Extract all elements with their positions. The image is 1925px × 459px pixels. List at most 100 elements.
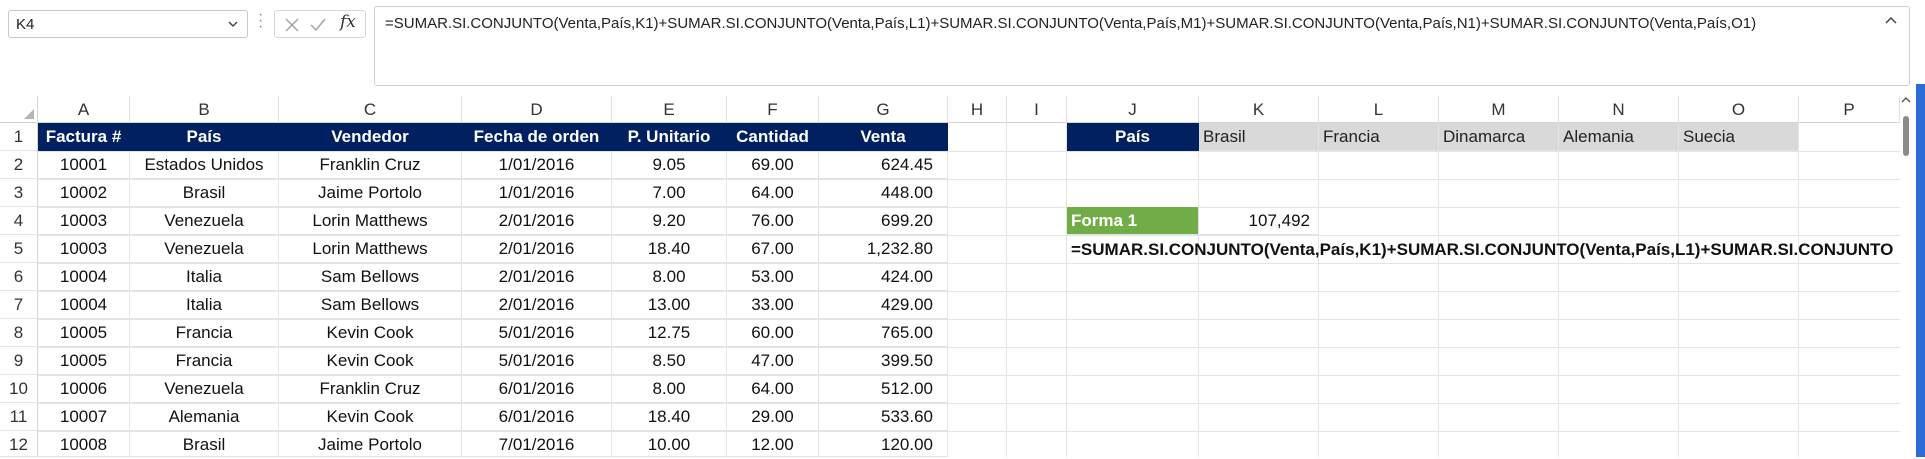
- chevron-down-icon[interactable]: [225, 16, 241, 32]
- cell-vendedor[interactable]: Sam Bellows: [279, 263, 462, 291]
- vertical-scroll-thumb[interactable]: [1900, 110, 1912, 160]
- cell-fecha[interactable]: 7/01/2016: [462, 431, 612, 457]
- cell-pais[interactable]: Italia: [130, 263, 279, 291]
- row-header[interactable]: 9: [0, 347, 38, 375]
- column-header-p[interactable]: P: [1799, 96, 1900, 123]
- header-cell-pais[interactable]: País: [130, 123, 279, 151]
- cell-fecha[interactable]: 6/01/2016: [462, 403, 612, 431]
- cell-pais[interactable]: Brasil: [130, 179, 279, 207]
- formula-input[interactable]: =SUMAR.SI.CONJUNTO(Venta,País,K1)+SUMAR.…: [374, 6, 1910, 86]
- criteria-country[interactable]: Brasil: [1199, 123, 1319, 151]
- column-header-c[interactable]: C: [279, 96, 462, 123]
- cell-unitario[interactable]: 10.00: [612, 431, 727, 457]
- cancel-icon[interactable]: [281, 15, 303, 35]
- cell-unitario[interactable]: 12.75: [612, 319, 727, 347]
- cell-venta[interactable]: 624.45: [819, 151, 948, 179]
- cell-unitario[interactable]: 8.50: [612, 347, 727, 375]
- column-header-k[interactable]: K: [1199, 96, 1319, 123]
- cell-pais[interactable]: Francia: [130, 319, 279, 347]
- result-label-cell[interactable]: Forma 1: [1067, 207, 1199, 235]
- cell-cantidad[interactable]: 64.00: [727, 179, 819, 207]
- row-header[interactable]: 4: [0, 207, 38, 235]
- scroll-up-icon[interactable]: [1900, 94, 1912, 106]
- cell-factura[interactable]: 10006: [38, 375, 130, 403]
- cell-pais[interactable]: Brasil: [130, 431, 279, 457]
- header-cell-cantidad[interactable]: Cantidad: [727, 123, 819, 151]
- row-header[interactable]: 7: [0, 291, 38, 319]
- header-cell-vendedor[interactable]: Vendedor: [279, 123, 462, 151]
- cell-vendedor[interactable]: Lorin Matthews: [279, 207, 462, 235]
- column-header-h[interactable]: H: [948, 96, 1007, 123]
- cell-fecha[interactable]: 2/01/2016: [462, 235, 612, 263]
- cell-factura[interactable]: 10001: [38, 151, 130, 179]
- cell-fecha[interactable]: 5/01/2016: [462, 347, 612, 375]
- cell-cantidad[interactable]: 76.00: [727, 207, 819, 235]
- cell-vendedor[interactable]: Lorin Matthews: [279, 235, 462, 263]
- cell-venta[interactable]: 533.60: [819, 403, 948, 431]
- cell-vendedor[interactable]: Jaime Portolo: [279, 431, 462, 457]
- column-header-d[interactable]: D: [462, 96, 612, 123]
- cell-venta[interactable]: 429.00: [819, 291, 948, 319]
- cell-cantidad[interactable]: 33.00: [727, 291, 819, 319]
- cell-cantidad[interactable]: 29.00: [727, 403, 819, 431]
- cell-factura[interactable]: 10002: [38, 179, 130, 207]
- cell-pais[interactable]: Venezuela: [130, 235, 279, 263]
- column-header-b[interactable]: B: [130, 96, 279, 123]
- cell-pais[interactable]: Alemania: [130, 403, 279, 431]
- criteria-country[interactable]: Suecia: [1679, 123, 1799, 151]
- cell-vendedor[interactable]: Franklin Cruz: [279, 375, 462, 403]
- row-header[interactable]: 2: [0, 151, 38, 179]
- cell-unitario[interactable]: 18.40: [612, 403, 727, 431]
- vertical-scrollbar-edge[interactable]: [1916, 84, 1925, 457]
- cell-venta[interactable]: 399.50: [819, 347, 948, 375]
- cell-pais[interactable]: Venezuela: [130, 207, 279, 235]
- cell-pais[interactable]: Italia: [130, 291, 279, 319]
- cell-cantidad[interactable]: 47.00: [727, 347, 819, 375]
- more-options-icon[interactable]: · · ·: [258, 7, 266, 35]
- column-header-j[interactable]: J: [1067, 96, 1199, 123]
- cell-unitario[interactable]: 8.00: [612, 263, 727, 291]
- column-header-g[interactable]: G: [819, 96, 948, 123]
- cell-vendedor[interactable]: Jaime Portolo: [279, 179, 462, 207]
- cell-cantidad[interactable]: 67.00: [727, 235, 819, 263]
- row-header[interactable]: 10: [0, 375, 38, 403]
- cell-venta[interactable]: 699.20: [819, 207, 948, 235]
- cell-pais[interactable]: Venezuela: [130, 375, 279, 403]
- cell-vendedor[interactable]: Kevin Cook: [279, 347, 462, 375]
- cell-pais[interactable]: Francia: [130, 347, 279, 375]
- column-header-n[interactable]: N: [1559, 96, 1679, 123]
- cell-venta[interactable]: 120.00: [819, 431, 948, 457]
- cell-vendedor[interactable]: Sam Bellows: [279, 291, 462, 319]
- cell-unitario[interactable]: 9.05: [612, 151, 727, 179]
- criteria-header-pais[interactable]: País: [1067, 123, 1199, 151]
- cell-cantidad[interactable]: 69.00: [727, 151, 819, 179]
- cell-venta[interactable]: 448.00: [819, 179, 948, 207]
- cell-unitario[interactable]: 9.20: [612, 207, 727, 235]
- cell-unitario[interactable]: 13.00: [612, 291, 727, 319]
- cell-fecha[interactable]: 1/01/2016: [462, 151, 612, 179]
- column-header-f[interactable]: F: [727, 96, 819, 123]
- cell-unitario[interactable]: 18.40: [612, 235, 727, 263]
- cell-factura[interactable]: 10005: [38, 319, 130, 347]
- result-value-cell[interactable]: 107,492: [1199, 207, 1319, 235]
- column-header-m[interactable]: M: [1439, 96, 1559, 123]
- row-header[interactable]: 6: [0, 263, 38, 291]
- row-header[interactable]: 11: [0, 403, 38, 431]
- insert-function-button[interactable]: fx: [340, 12, 356, 32]
- cell-cantidad[interactable]: 53.00: [727, 263, 819, 291]
- cell-fecha[interactable]: 5/01/2016: [462, 319, 612, 347]
- chevron-up-icon[interactable]: [1883, 14, 1899, 28]
- cell-factura[interactable]: 10004: [38, 291, 130, 319]
- name-box[interactable]: K4: [8, 10, 248, 38]
- cell-fecha[interactable]: 2/01/2016: [462, 291, 612, 319]
- header-cell-fecha[interactable]: Fecha de orden: [462, 123, 612, 151]
- cell-venta[interactable]: 512.00: [819, 375, 948, 403]
- column-header-o[interactable]: O: [1679, 96, 1799, 123]
- row-header[interactable]: 12: [0, 431, 38, 457]
- enter-check-icon[interactable]: [307, 15, 329, 35]
- cell-unitario[interactable]: 8.00: [612, 375, 727, 403]
- select-all-corner[interactable]: [0, 96, 38, 123]
- column-header-a[interactable]: A: [38, 96, 130, 123]
- cell-fecha[interactable]: 2/01/2016: [462, 263, 612, 291]
- header-cell-venta[interactable]: Venta: [819, 123, 948, 151]
